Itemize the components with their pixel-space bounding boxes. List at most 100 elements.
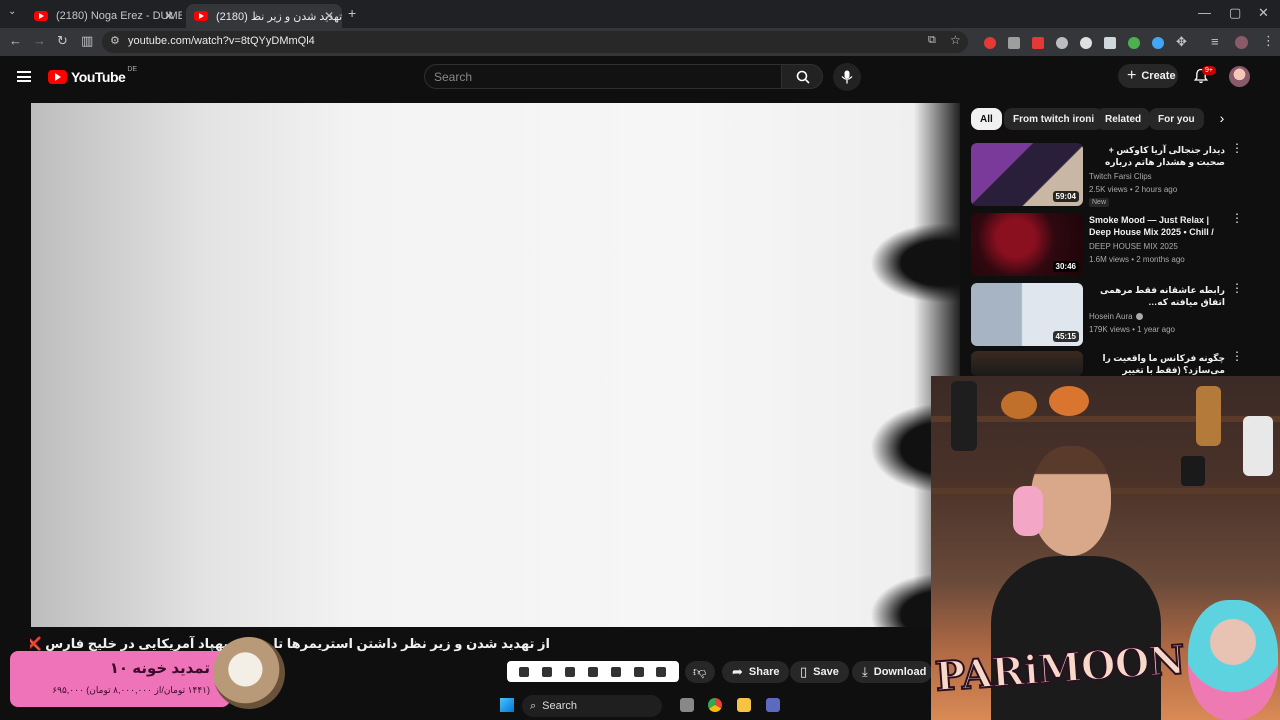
chip-related[interactable]: Related [1096, 108, 1151, 130]
clapper-icon[interactable] [542, 666, 553, 677]
video-thumbnail[interactable]: 30:46 [971, 213, 1083, 276]
address-bar[interactable]: ⚙ youtube.com/watch?v=8tQYyDMmQl4 ⧉ ☆ [102, 31, 968, 53]
notification-count-badge: 9+ [1202, 66, 1216, 75]
reload-icon[interactable]: ↻ [57, 33, 68, 49]
streamer-body [991, 556, 1161, 720]
streamer-head [1031, 446, 1111, 556]
channel-name[interactable]: DEEP HOUSE MIX 2025 [1089, 242, 1178, 251]
taskbar-search-icon: ⌕ [530, 699, 537, 712]
back-icon[interactable]: ← [9, 33, 22, 48]
save-button[interactable]: ▯ Save [790, 661, 849, 683]
channel-name[interactable]: Twitch Farsi Clips [1089, 172, 1152, 181]
loop-icon[interactable] [633, 666, 644, 677]
search-input[interactable]: Search [424, 64, 782, 89]
windows-taskbar: ⌕ Search [450, 692, 850, 720]
video-player[interactable] [31, 103, 960, 627]
chip-for-you[interactable]: For you [1149, 108, 1204, 130]
account-avatar[interactable] [1229, 66, 1250, 87]
window-close-icon[interactable]: ✕ [1258, 5, 1269, 21]
maximize-icon[interactable]: ▢ [1229, 5, 1241, 21]
tab-search-icon[interactable]: ⌄ [8, 6, 16, 17]
shelf [931, 416, 1280, 422]
minimize-icon[interactable]: — [1198, 5, 1211, 20]
cat-mascot-image [213, 637, 285, 709]
forward-icon[interactable]: → [33, 33, 46, 48]
video-meta: 179K views • 1 year ago [1089, 325, 1175, 334]
voice-search-button[interactable] [833, 63, 861, 91]
recommendation-title[interactable]: رابطه عاشقانه فقط مرهمی اتفاق میافته که… [1089, 284, 1225, 308]
more-options-icon[interactable]: ⋮ [1231, 142, 1243, 154]
dislike-button[interactable]: 👎︎ [685, 661, 715, 683]
browser-menu-icon[interactable]: ⋮ [1262, 33, 1275, 49]
taskbar-search[interactable]: ⌕ Search [522, 695, 662, 717]
extension-icon[interactable] [1104, 37, 1116, 49]
install-app-icon[interactable]: ⧉ [928, 34, 936, 47]
profile-avatar[interactable] [1235, 36, 1248, 49]
extensions-puzzle-icon[interactable]: ✥ [1176, 34, 1187, 50]
recommendation-title[interactable]: دیدار جنجالی آریا کاوکس + صحبت و هشدار ه… [1089, 144, 1225, 168]
headset-icon [1013, 486, 1043, 536]
site-info-icon[interactable]: ⚙ [110, 34, 120, 47]
youtube-wordmark: YouTube [71, 69, 126, 85]
download-label: Download [873, 666, 927, 678]
reading-list-icon[interactable]: ≡ [1211, 34, 1219, 49]
video-meta: 2.5K views • 2 hours ago [1089, 185, 1178, 194]
download-button[interactable]: ⤓ Download [852, 661, 933, 683]
create-button[interactable]: + Create [1118, 64, 1178, 88]
tab-close-icon[interactable]: ✕ [164, 9, 174, 23]
chevron-right-icon[interactable]: › [1212, 110, 1232, 130]
shield-icon[interactable] [519, 666, 530, 677]
pin-icon[interactable] [610, 666, 621, 677]
extension-icon[interactable] [1128, 37, 1140, 49]
video-thumbnail[interactable] [971, 351, 1083, 376]
search-button[interactable] [781, 64, 823, 89]
download-icon: ⤓ [862, 664, 868, 679]
new-badge: New [1089, 198, 1110, 207]
extension-icon[interactable] [1056, 37, 1068, 49]
video-thumbnail[interactable]: 45:15 [971, 283, 1083, 346]
extension-icon[interactable] [1080, 37, 1092, 49]
chrome-icon[interactable] [708, 698, 722, 712]
settings-icon[interactable] [656, 666, 667, 677]
recommendation-item[interactable]: 59:04 دیدار جنجالی آریا کاوکس + صحبت و ه… [971, 142, 1243, 207]
extension-icon[interactable] [1008, 37, 1020, 49]
recommendation-item[interactable]: 45:15 رابطه عاشقانه فقط مرهمی اتفاق میاف… [971, 282, 1243, 347]
video-thumbnail[interactable]: 59:04 [971, 143, 1083, 206]
recommendation-item[interactable]: 30:46 Smoke Mood — Just Relax | Deep Hou… [971, 212, 1243, 277]
volume-icon[interactable] [587, 666, 598, 677]
share-icon: ➦ [732, 664, 743, 679]
bookmark-star-icon[interactable]: ☆ [950, 33, 961, 47]
microphone-icon [841, 70, 853, 84]
more-options-icon[interactable]: ⋮ [1231, 212, 1243, 224]
recommendation-title[interactable]: Smoke Mood — Just Relax | Deep House Mix… [1089, 214, 1225, 238]
more-options-icon[interactable]: ⋮ [1231, 282, 1243, 294]
youtube-logo[interactable]: YouTube DE [48, 65, 138, 85]
duration-badge: 59:04 [1052, 191, 1079, 202]
share-button[interactable]: ➦ Share [722, 661, 790, 683]
bookmark-icon: ▯ [800, 664, 808, 679]
task-view-icon[interactable] [680, 698, 694, 712]
new-tab-button[interactable]: + [348, 5, 356, 21]
windows-start-icon[interactable] [500, 698, 514, 712]
player-tool-strip[interactable] [507, 661, 679, 682]
recommendation-title[interactable]: چگونه فرکانس ما واقعیت را می‌سازد؟ (فقط … [1089, 352, 1225, 376]
search-icon [796, 70, 810, 84]
tab-noga-erez[interactable]: (2180) Noga Erez - DUMB "Ag… ✕ [26, 4, 182, 28]
extension-icon[interactable] [984, 37, 996, 49]
chip-from-twitch-ironi[interactable]: From twitch ironi [1004, 108, 1104, 130]
extension-icon[interactable] [1032, 37, 1044, 49]
menu-icon[interactable] [17, 71, 31, 82]
country-code: DE [127, 65, 138, 73]
file-explorer-icon[interactable] [737, 698, 751, 712]
camera-icon[interactable] [565, 666, 576, 677]
youtube-favicon-icon [34, 11, 48, 21]
app-icon[interactable] [766, 698, 780, 712]
taskbar-search-label: Search [542, 700, 578, 712]
channel-name[interactable]: Hosein Aura [1089, 312, 1143, 321]
tab-current-video[interactable]: (2180) از تهدید شدن و زیر نظ… ✕ [186, 4, 342, 28]
more-options-icon[interactable]: ⋮ [1231, 350, 1243, 362]
chip-all[interactable]: All [971, 108, 1002, 130]
tab-close-icon[interactable]: ✕ [324, 9, 334, 23]
sidebar-icon[interactable]: ▥ [81, 33, 93, 49]
extension-icon[interactable] [1152, 37, 1164, 49]
